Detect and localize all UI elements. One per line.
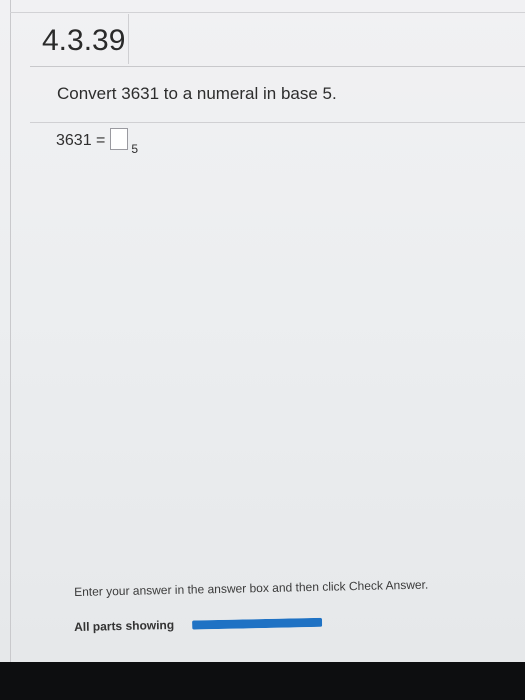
base-subscript: 5	[131, 142, 139, 156]
top-divider	[10, 12, 525, 13]
parts-label: All parts showing	[74, 617, 175, 634]
parts-progress-bar	[192, 617, 323, 630]
parts-status: All parts showing	[74, 615, 323, 634]
question-divider	[30, 122, 525, 123]
answer-input[interactable]	[110, 128, 129, 150]
question-text: Convert 3631 to a numeral in base 5.	[57, 84, 337, 103]
problem-number: 4.3.39	[42, 24, 126, 57]
header-divider	[30, 66, 525, 67]
answer-equation: 3631 = 5	[56, 128, 138, 156]
screen-bezel	[0, 662, 525, 700]
question-panel: 4.3.39 Convert 3631 to a numeral in base…	[0, 0, 525, 662]
instructions-text: Enter your answer in the answer box and …	[74, 577, 429, 599]
equation-lhs: 3631 =	[56, 132, 106, 149]
left-panel-border	[10, 0, 11, 662]
progress-fill	[192, 617, 323, 630]
problem-header: 4.3.39	[30, 14, 129, 64]
